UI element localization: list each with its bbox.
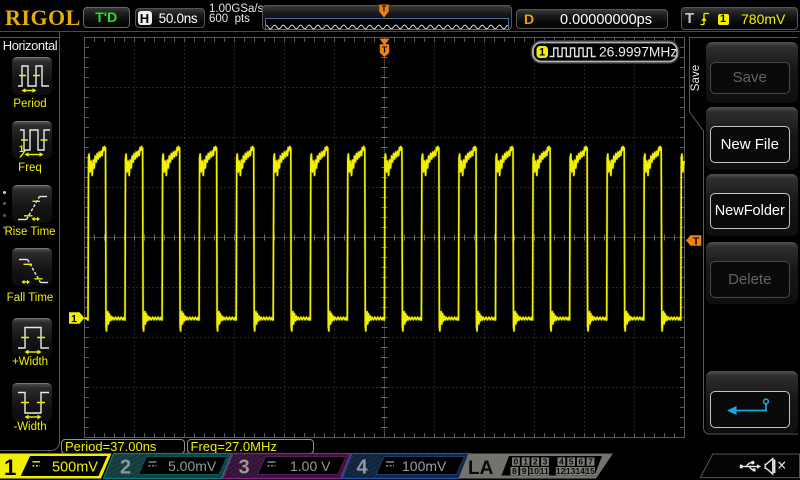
svg-text:100mV: 100mV <box>402 458 447 474</box>
svg-text:14: 14 <box>575 466 585 476</box>
svg-text:7: 7 <box>588 456 593 466</box>
svg-text:9: 9 <box>522 466 527 476</box>
svg-text:T: T <box>693 236 699 247</box>
svg-text:15: 15 <box>585 466 595 476</box>
svg-text:1: 1 <box>4 455 16 480</box>
svg-text:500mV: 500mV <box>52 460 98 476</box>
svg-text:6: 6 <box>578 456 583 466</box>
svg-text:1: 1 <box>539 47 545 59</box>
svg-text:3: 3 <box>543 456 548 466</box>
svg-text:10: 10 <box>529 466 539 476</box>
svg-text:12: 12 <box>556 466 566 476</box>
svg-text:8: 8 <box>512 466 517 476</box>
svg-text:1.00 V: 1.00 V <box>290 458 331 474</box>
svg-text:4: 4 <box>357 457 369 479</box>
svg-text:LA: LA <box>468 458 494 479</box>
svg-text:0: 0 <box>514 456 519 466</box>
svg-text:5.00mV: 5.00mV <box>168 458 217 474</box>
svg-text:5: 5 <box>569 456 574 466</box>
svg-text:26.9997MHz: 26.9997MHz <box>599 45 677 60</box>
svg-text:1: 1 <box>523 456 528 466</box>
svg-text:11: 11 <box>540 466 549 476</box>
svg-text:1: 1 <box>71 313 77 325</box>
svg-text:2: 2 <box>533 456 538 466</box>
svg-text:2: 2 <box>120 457 131 479</box>
svg-text:3: 3 <box>239 457 250 479</box>
svg-text:13: 13 <box>566 466 576 476</box>
svg-text:4: 4 <box>559 456 564 466</box>
svg-text:T: T <box>382 45 388 55</box>
